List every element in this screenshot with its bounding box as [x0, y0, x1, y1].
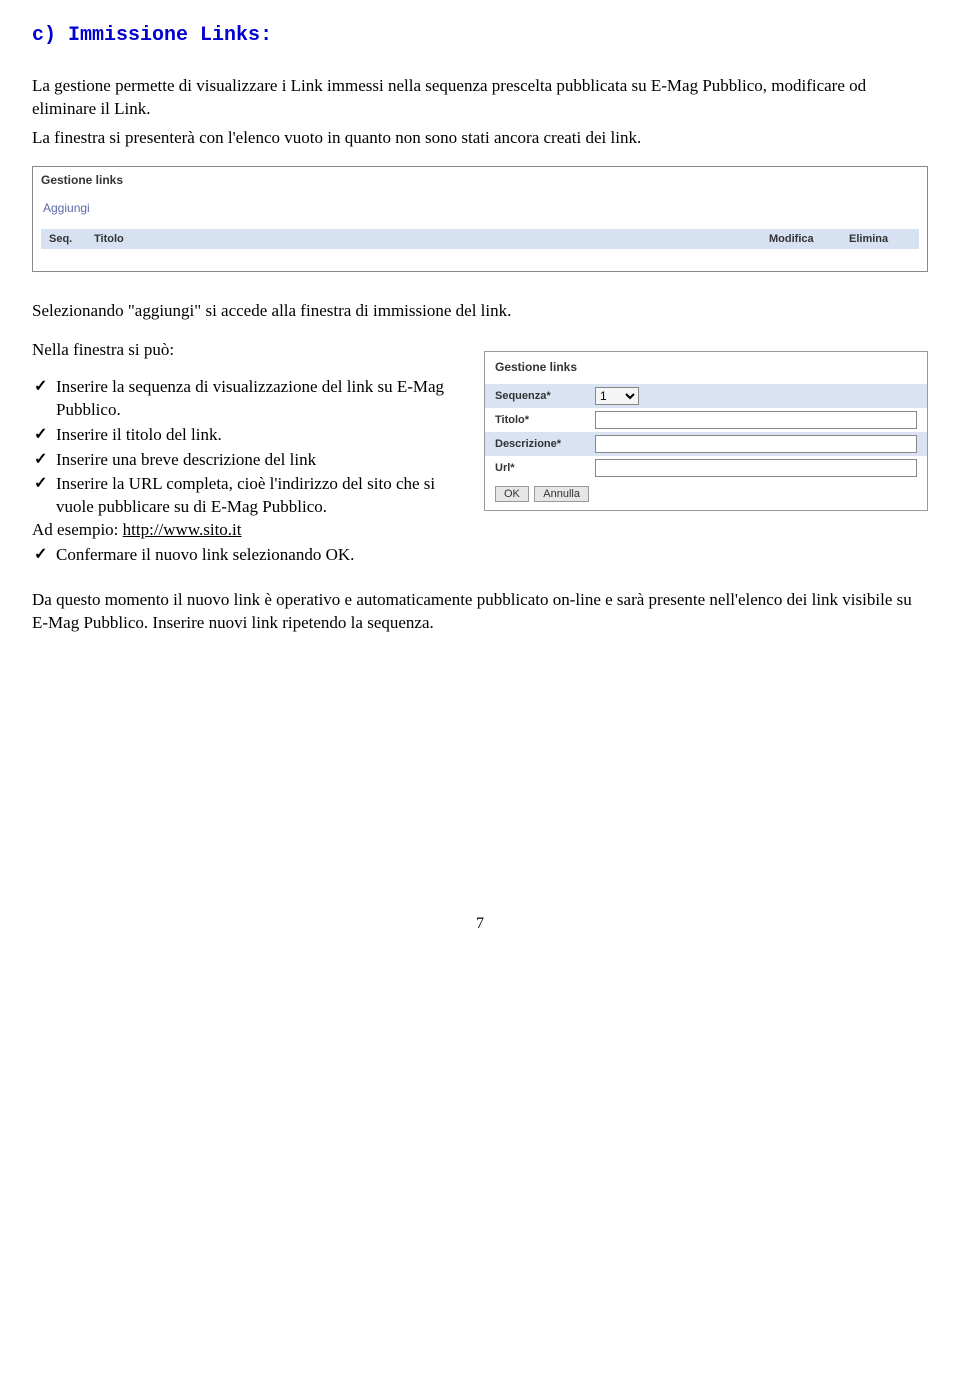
- list-item: Inserire la sequenza di visualizzazione …: [32, 376, 466, 422]
- form-panel-title: Gestione links: [485, 352, 927, 384]
- screenshot-gestione-links-form: Gestione links Sequenza* 1 Titolo* Descr…: [484, 351, 928, 511]
- example-link[interactable]: http://www.sito.it: [123, 520, 242, 539]
- url-input[interactable]: [595, 459, 917, 477]
- example-prefix: Ad esempio:: [32, 520, 123, 539]
- descrizione-input[interactable]: [595, 435, 917, 453]
- list-item: Confermare il nuovo link selezionando OK…: [32, 544, 466, 567]
- label-sequenza: Sequenza*: [495, 390, 595, 402]
- paragraph-final: Da questo momento il nuovo link è operat…: [32, 589, 928, 635]
- list-item: Inserire la URL completa, cioè l'indiriz…: [32, 473, 466, 542]
- column-modifica: Modifica: [761, 229, 841, 249]
- list-item: Inserire il titolo del link.: [32, 424, 466, 447]
- intro-paragraph-1: La gestione permette di visualizzare i L…: [32, 75, 928, 121]
- ok-button[interactable]: OK: [495, 486, 529, 502]
- heading-label: Immissione Links:: [68, 24, 272, 47]
- list-item-example: Ad esempio: http://www.sito.it: [32, 519, 466, 542]
- links-table: Seq. Titolo Modifica Elimina: [41, 229, 919, 249]
- intro-paragraph-2: La finestra si presenterà con l'elenco v…: [32, 127, 928, 150]
- list-item-text: Inserire la URL completa, cioè l'indiriz…: [56, 474, 435, 516]
- sequenza-select[interactable]: 1: [595, 387, 639, 405]
- screenshot-gestione-links-list: Gestione links Aggiungi Seq. Titolo Modi…: [32, 166, 928, 272]
- page-number: 7: [32, 915, 928, 957]
- checklist: Inserire la sequenza di visualizzazione …: [32, 376, 466, 568]
- panel-title: Gestione links: [41, 173, 919, 187]
- titolo-input[interactable]: [595, 411, 917, 429]
- heading-prefix: c): [32, 24, 56, 47]
- label-url: Url*: [495, 462, 595, 474]
- list-item-text: Inserire la sequenza di visualizzazione …: [56, 377, 444, 419]
- label-descrizione: Descrizione*: [495, 438, 595, 450]
- list-item: Inserire una breve descrizione del link: [32, 449, 466, 472]
- paragraph-nella: Nella finestra si può:: [32, 339, 466, 362]
- annulla-button[interactable]: Annulla: [534, 486, 589, 502]
- aggiungi-link[interactable]: Aggiungi: [43, 201, 919, 215]
- column-seq: Seq.: [41, 229, 86, 249]
- column-elimina: Elimina: [841, 229, 919, 249]
- section-heading: c) Immissione Links:: [32, 24, 928, 47]
- label-titolo: Titolo*: [495, 414, 595, 426]
- paragraph-selezionando: Selezionando "aggiungi" si accede alla f…: [32, 300, 928, 323]
- column-titolo: Titolo: [86, 229, 761, 249]
